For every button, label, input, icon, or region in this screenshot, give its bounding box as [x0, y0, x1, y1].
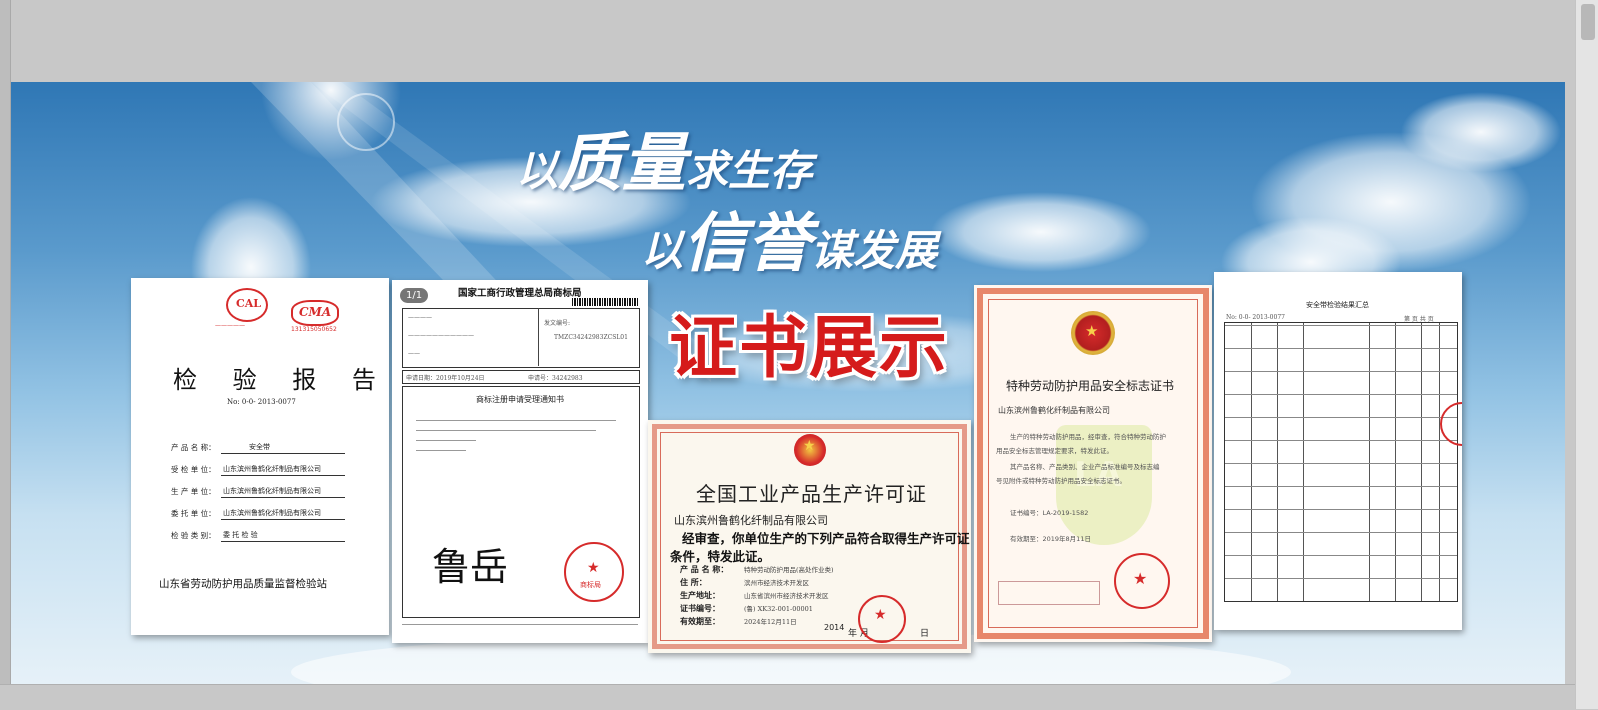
la-body-1: 生产的特种劳动防护用品，经审查，符合特种劳动防护 — [1010, 433, 1166, 441]
la-body-4: 号见附件或特种劳动防护用品安全标志证书。 — [996, 477, 1126, 485]
report-row-value: 安全带 — [249, 443, 270, 451]
text-line — [416, 430, 596, 431]
report-row-label: 检 验 类 别： — [171, 531, 216, 540]
license-row-value: 特种劳动防护用品(高处作业类) — [744, 566, 834, 574]
certificate-banner: 以质量求生存 以信誉谋发展 证书展示 CAL CMA 131315050652 … — [11, 82, 1565, 684]
cma-code: 131315050652 — [291, 326, 337, 333]
signature: 鲁岳 — [432, 545, 509, 589]
report-row-underline — [221, 475, 345, 476]
la-table — [998, 581, 1100, 605]
license-row-label: 产 品 名 称： — [680, 564, 729, 574]
license-statement-2: 条件，特发此证。 — [670, 549, 771, 564]
report-row-underline — [221, 541, 345, 542]
vertical-scrollbar[interactable] — [1575, 0, 1598, 709]
license-day: 日 — [920, 629, 930, 639]
report-row-value: 山东滨州鲁鹤化纤制品有限公司 — [223, 487, 321, 495]
serial-value: TMZC34242983ZCSL01 — [554, 334, 628, 341]
emblem-icon: ★ — [1071, 311, 1115, 355]
inspection-report-cover[interactable]: CAL CMA 131315050652 ————— 检 验 报 告 No: 0… — [131, 278, 389, 635]
national-emblem-icon: ★ — [794, 434, 826, 466]
report-row-value: 委 托 检 验 — [223, 531, 258, 539]
inspection-title: 安全带检验结果汇总 — [1306, 301, 1369, 309]
report-row-label: 委 托 单 位： — [171, 509, 216, 518]
section-title: 证书展示 — [669, 309, 950, 388]
license-row-label: 证书编号： — [680, 603, 720, 613]
slogan-reputation: 以信誉谋发展 — [641, 206, 938, 281]
cma-stamp: CMA — [291, 300, 339, 326]
license-statement-1: 经审查，你单位生产的下列产品符合取得生产许可证 — [682, 531, 970, 546]
barcode — [572, 298, 638, 306]
serial-label: 发文编号: — [544, 320, 571, 327]
box-line: ——————————— — [408, 332, 474, 339]
license-row-value: 滨州市经济技术开发区 — [744, 579, 809, 587]
footer-line — [402, 624, 638, 625]
license-row-label: 住 所： — [680, 577, 707, 587]
report-row-label: 生 产 单 位： — [171, 487, 216, 496]
la-company: 山东滨州鲁鹤化纤制品有限公司 — [998, 406, 1110, 415]
report-row-value: 山东滨州鲁鹤化纤制品有限公司 — [223, 465, 321, 473]
slogan-quality: 以质量求生存 — [516, 126, 813, 201]
inspection-number: No: 0-0- 2013-0077 — [1226, 314, 1285, 321]
license-row-value: (鲁) XK32-001-00001 — [744, 605, 813, 613]
stamp-star: ★ — [587, 560, 600, 576]
stamp-star: ★ — [1133, 569, 1148, 588]
report-row-value: 山东滨州鲁鹤化纤制品有限公司 — [223, 509, 321, 517]
apply-date: 申请日期：2019年10月24日 — [406, 375, 485, 382]
scrollbar-thumb[interactable] — [1581, 4, 1595, 40]
report-number: No: 0-0- 2013-0077 — [227, 398, 296, 406]
license-company: 山东滨州鲁鹤化纤制品有限公司 — [674, 514, 828, 527]
text-line — [416, 450, 466, 451]
report-row-underline — [221, 453, 345, 454]
stamp-star: ★ — [874, 607, 887, 623]
license-row-value: 山东省滨州市经济技术开发区 — [744, 592, 829, 600]
license-row-value: 2024年12月11日 — [744, 618, 797, 626]
cal-stamp: CAL — [226, 288, 268, 322]
trademark-notice[interactable]: 1/1 国家工商行政管理总局商标局 ———— ——————————— —— 发文… — [392, 280, 648, 643]
cal-caption: ————— — [215, 322, 245, 329]
page-badge: 1/1 — [400, 288, 429, 303]
inspection-results-table[interactable]: 安全带检验结果汇总 No: 0-0- 2013-0077 第 页 共 页 — [1214, 272, 1462, 630]
report-row-label: 受 检 单 位： — [171, 465, 216, 474]
safety-mark-certificate[interactable]: ★ LA 特种劳动防护用品安全标志证书 山东滨州鲁鹤化纤制品有限公司 生产的特种… — [974, 285, 1212, 642]
box-line: ———— — [408, 314, 432, 321]
report-title: 检 验 报 告 — [173, 366, 389, 394]
report-row-label: 产 品 名 称： — [171, 443, 216, 452]
license-year: 2014 — [824, 623, 845, 632]
la-body-2: 用品安全标志管理规定要求，特发此证。 — [996, 447, 1113, 455]
trademark-office-stamp: ★ 商标局 — [564, 542, 624, 602]
text-line — [416, 420, 616, 421]
license-row-label: 有效期至： — [680, 616, 720, 626]
la-stamp: ★ — [1114, 553, 1170, 609]
trademark-agency: 国家工商行政管理总局商标局 — [458, 288, 582, 299]
bottom-gray-area — [0, 684, 1598, 710]
box-divider — [538, 308, 539, 366]
top-gray-area — [0, 0, 1598, 82]
stamp-text: 商标局 — [580, 581, 601, 589]
notice-title: 商标注册申请受理通知书 — [476, 395, 564, 404]
la-title: 特种劳动防护用品安全标志证书 — [1006, 379, 1175, 393]
la-cert-number: 证书编号：LA-2019-1582 — [1010, 509, 1089, 517]
box-line: —— — [408, 350, 420, 357]
license-row-label: 生产地址： — [680, 590, 720, 600]
text-line — [416, 440, 476, 441]
left-rail — [0, 0, 11, 709]
la-body-3: 其产品名称、产品类别、企业产品标准编号及标志编 — [1010, 463, 1160, 471]
la-valid-until: 有效期至：2019年8月11日 — [1010, 535, 1091, 543]
apply-number: 申请号：34242983 — [528, 375, 583, 382]
report-row-underline — [221, 519, 345, 520]
production-license[interactable]: ★ 全国工业产品生产许可证 山东滨州鲁鹤化纤制品有限公司 经审查，你单位生产的下… — [648, 420, 971, 653]
license-title: 全国工业产品生产许可证 — [696, 482, 927, 506]
report-issuer: 山东省劳动防护用品质量监督检验站 — [159, 578, 327, 590]
license-stamp: ★ — [858, 595, 906, 643]
results-grid — [1224, 322, 1458, 602]
report-row-underline — [221, 497, 345, 498]
